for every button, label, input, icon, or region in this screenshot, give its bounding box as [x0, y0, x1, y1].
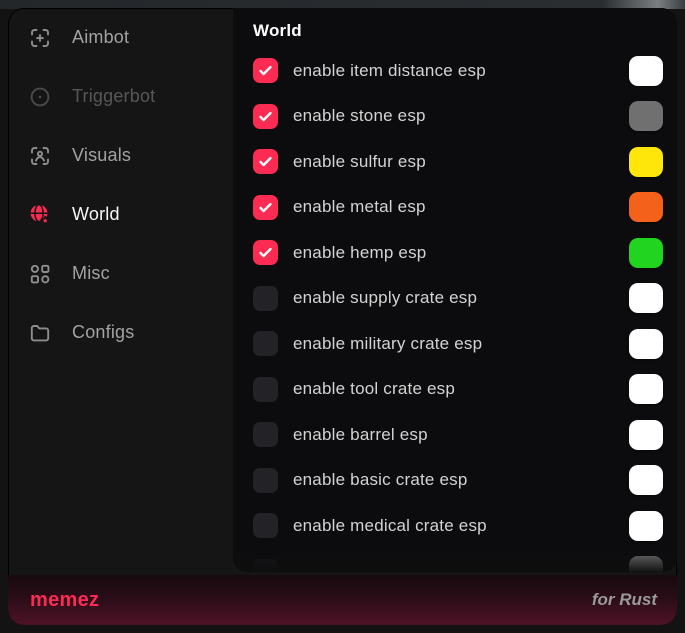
sidebar-nav: Aimbot Triggerbot Visuals World Misc Con…	[8, 8, 233, 575]
esp-setting-label: enable item distance esp	[293, 61, 629, 81]
esp-color-swatch[interactable]	[629, 56, 663, 86]
sidebar-item-label: Configs	[72, 322, 134, 343]
sidebar-item-aimbot[interactable]: Aimbot	[8, 8, 233, 67]
esp-setting-row: enable barrel esp	[233, 412, 677, 458]
checkmark-icon	[257, 62, 274, 79]
configs-folder-icon	[28, 321, 52, 345]
sidebar-item-label: Misc	[72, 263, 110, 284]
esp-checkbox[interactable]	[253, 149, 278, 174]
esp-color-swatch[interactable]	[629, 420, 663, 450]
esp-checkbox[interactable]	[253, 58, 278, 83]
sidebar-item-label: Visuals	[72, 145, 131, 166]
esp-color-swatch[interactable]	[629, 147, 663, 177]
esp-setting-label: enable barrel esp	[293, 425, 629, 445]
checkmark-icon	[257, 108, 274, 125]
settings-rows: enable item distance esp enable stone es…	[233, 48, 677, 572]
sidebar-item-label: Aimbot	[72, 27, 129, 48]
sidebar-item-misc[interactable]: Misc	[8, 244, 233, 303]
esp-setting-row: enable metal esp	[233, 185, 677, 231]
esp-checkbox[interactable]	[253, 422, 278, 447]
esp-color-swatch[interactable]	[629, 283, 663, 313]
esp-setting-row: enable hemp esp	[233, 230, 677, 276]
esp-setting-label: enable basic crate esp	[293, 470, 629, 490]
esp-color-swatch[interactable]	[629, 329, 663, 359]
esp-checkbox[interactable]	[253, 195, 278, 220]
esp-setting-row: enable stone esp	[233, 94, 677, 140]
cheat-menu-window: Aimbot Triggerbot Visuals World Misc Con…	[8, 8, 677, 625]
panel-title: World	[253, 21, 677, 41]
sidebar-item-label: Triggerbot	[72, 86, 155, 107]
esp-checkbox[interactable]	[253, 468, 278, 493]
esp-setting-label: enable tool crate esp	[293, 379, 629, 399]
sidebar-item-visuals[interactable]: Visuals	[8, 126, 233, 185]
checkmark-icon	[257, 244, 274, 261]
world-globe-icon	[28, 203, 52, 227]
sidebar-item-triggerbot[interactable]: Triggerbot	[8, 67, 233, 126]
esp-setting-label: enable sulfur esp	[293, 152, 629, 172]
esp-checkbox[interactable]	[253, 559, 278, 572]
esp-setting-row: enable basic crate esp	[233, 458, 677, 504]
misc-shapes-icon	[28, 262, 52, 286]
esp-setting-label: enable medical crate esp	[293, 516, 629, 536]
checkmark-icon	[257, 199, 274, 216]
sidebar-item-label: World	[72, 204, 120, 225]
esp-setting-row: enable item distance esp	[233, 48, 677, 94]
esp-color-swatch[interactable]	[629, 465, 663, 495]
triggerbot-circle-icon	[28, 85, 52, 109]
esp-setting-label: enable military crate esp	[293, 334, 629, 354]
esp-checkbox[interactable]	[253, 377, 278, 402]
esp-checkbox[interactable]	[253, 240, 278, 265]
footer-bar: memez for Rust	[8, 575, 677, 625]
esp-setting-label: enable stone esp	[293, 106, 629, 126]
esp-setting-row: enable military crate esp	[233, 321, 677, 367]
esp-setting-row: enable supply crate esp	[233, 276, 677, 322]
esp-color-swatch[interactable]	[629, 238, 663, 268]
esp-setting-label: enable hemp esp	[293, 243, 629, 263]
esp-setting-row	[233, 549, 677, 573]
screen: Aimbot Triggerbot Visuals World Misc Con…	[0, 0, 685, 633]
esp-color-swatch[interactable]	[629, 556, 663, 572]
esp-setting-label: enable supply crate esp	[293, 288, 629, 308]
brand-name: memez	[30, 589, 99, 612]
esp-color-swatch[interactable]	[629, 374, 663, 404]
visuals-person-scan-icon	[28, 144, 52, 168]
esp-setting-row: enable tool crate esp	[233, 367, 677, 413]
esp-checkbox[interactable]	[253, 331, 278, 356]
world-settings-panel: World enable item distance esp enable st…	[233, 8, 677, 572]
esp-setting-row: enable medical crate esp	[233, 503, 677, 549]
esp-setting-row: enable sulfur esp	[233, 139, 677, 185]
sidebar-item-configs[interactable]: Configs	[8, 303, 233, 362]
esp-color-swatch[interactable]	[629, 192, 663, 222]
esp-checkbox[interactable]	[253, 513, 278, 538]
esp-checkbox[interactable]	[253, 104, 278, 129]
esp-setting-label: enable metal esp	[293, 197, 629, 217]
aimbot-crosshair-icon	[28, 26, 52, 50]
esp-color-swatch[interactable]	[629, 511, 663, 541]
sidebar-item-world[interactable]: World	[8, 185, 233, 244]
esp-checkbox[interactable]	[253, 286, 278, 311]
brand-tagline: for Rust	[592, 590, 657, 610]
esp-color-swatch[interactable]	[629, 101, 663, 131]
checkmark-icon	[257, 153, 274, 170]
